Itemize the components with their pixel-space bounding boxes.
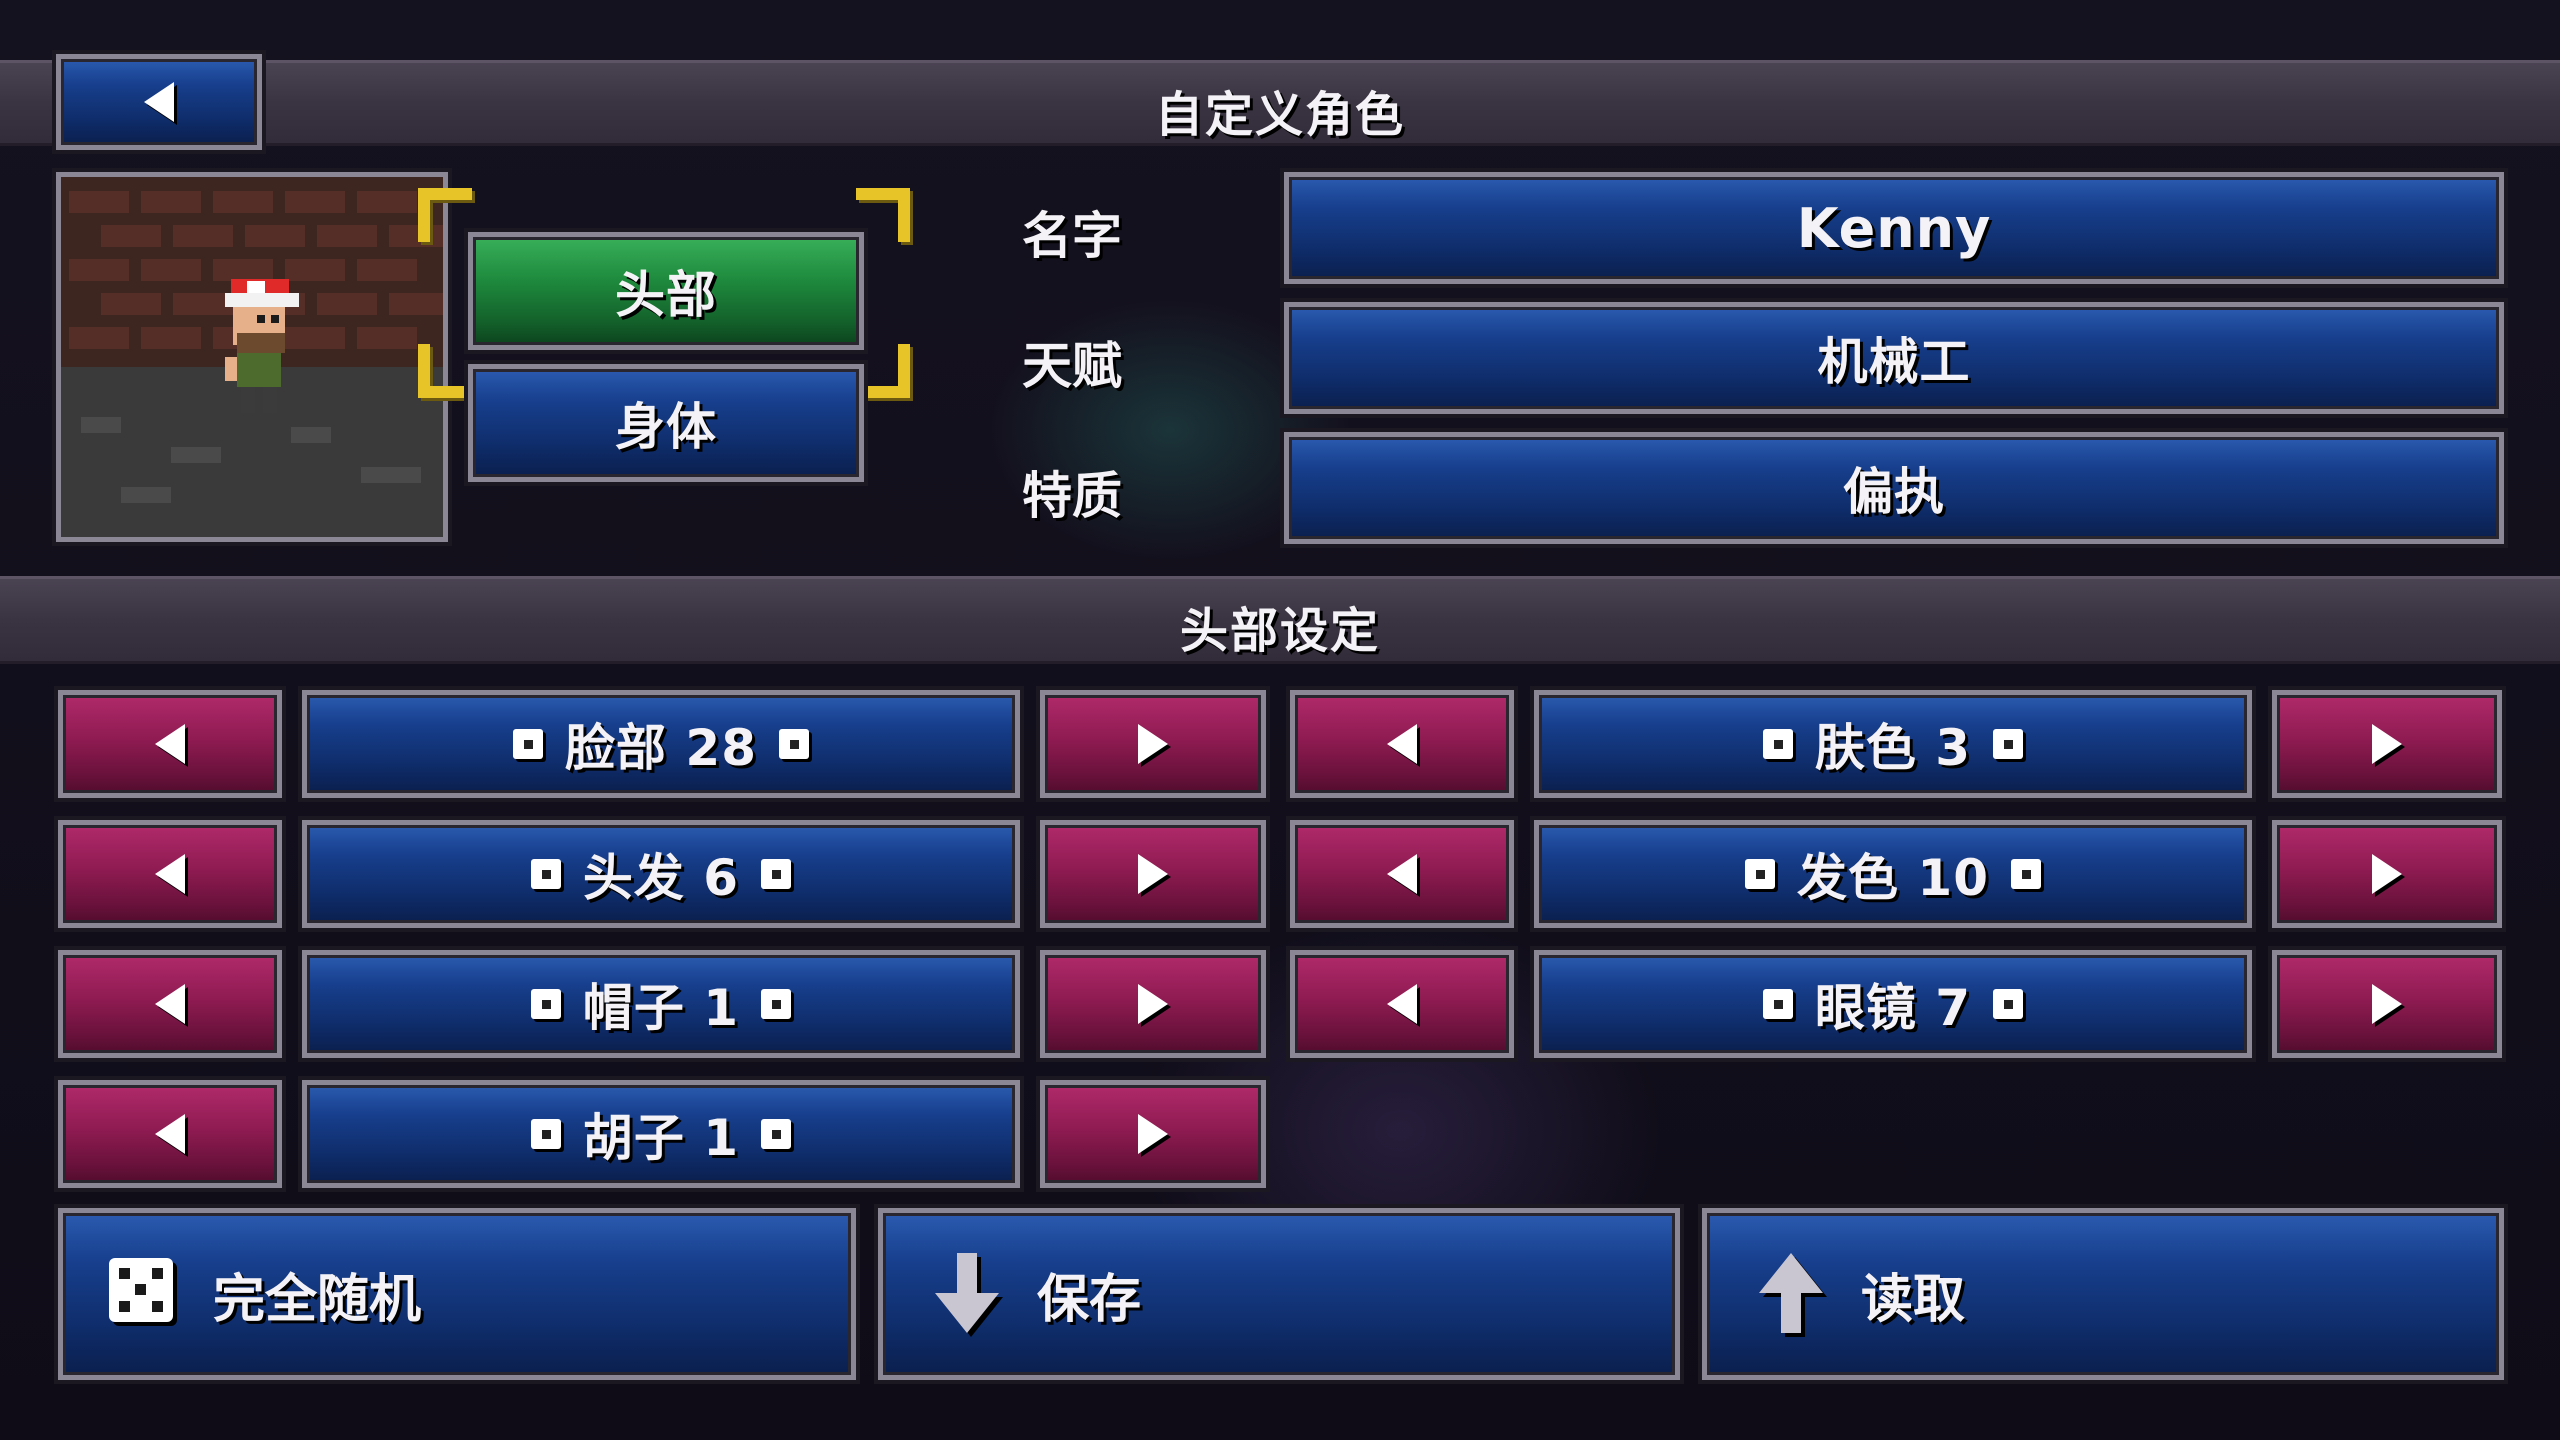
name-field[interactable]: Kenny <box>1280 168 2508 288</box>
dice-icon <box>109 1258 177 1326</box>
load-label: 读取 <box>1861 1269 1966 1330</box>
randomize-all-label: 完全随机 <box>213 1269 422 1330</box>
beard-prev-button[interactable] <box>54 1076 286 1192</box>
name-label: 名字 <box>1022 207 1122 265</box>
tab-body[interactable]: 身体 <box>464 360 868 486</box>
dice-icon <box>530 859 561 889</box>
hair-label: 头发 6 <box>582 849 740 907</box>
hair-color-label: 发色 10 <box>1797 849 1989 907</box>
dice-icon <box>1745 859 1775 889</box>
tab-body-label: 身体 <box>615 398 717 456</box>
dice-icon <box>1993 729 2024 759</box>
tab-head-label: 头部 <box>615 266 717 324</box>
right-arrow-icon <box>1138 724 1168 764</box>
left-arrow-icon <box>155 1114 185 1154</box>
face-random-button[interactable]: 脸部 28 <box>298 686 1024 802</box>
dice-icon <box>1762 989 1793 1019</box>
dice-icon <box>513 729 543 759</box>
selection-bracket-top-right <box>856 188 910 242</box>
dice-icon <box>2011 859 2041 889</box>
section-bar: 头部设定 <box>0 576 2560 664</box>
glasses-next-button[interactable] <box>2268 946 2506 1062</box>
beard-random-button[interactable]: 胡子 1 <box>298 1076 1024 1192</box>
left-arrow-icon <box>1387 984 1417 1024</box>
dice-icon <box>761 989 792 1019</box>
skin-color-prev-button[interactable] <box>1286 686 1518 802</box>
left-arrow-icon <box>155 724 185 764</box>
load-button[interactable]: 读取 <box>1698 1204 2508 1384</box>
dice-icon <box>761 859 792 889</box>
back-button[interactable] <box>52 50 266 154</box>
character-preview-image <box>61 177 443 537</box>
selection-bracket-bottom-left <box>418 344 472 398</box>
trait-value: 偏执 <box>1843 463 1945 521</box>
skin-color-next-button[interactable] <box>2268 686 2506 802</box>
dice-icon <box>530 989 561 1019</box>
skin-color-random-button[interactable]: 肤色 3 <box>1530 686 2256 802</box>
page-title: 自定义角色 <box>1154 87 1405 143</box>
glasses-label: 眼镜 7 <box>1814 979 1972 1037</box>
trait-label: 特质 <box>1022 467 1122 525</box>
right-arrow-icon <box>1138 854 1168 894</box>
dice-icon <box>779 729 809 759</box>
face-prev-button[interactable] <box>54 686 286 802</box>
skin-color-label: 肤色 3 <box>1814 719 1972 777</box>
dice-icon <box>530 1119 561 1149</box>
randomize-all-button[interactable]: 完全随机 <box>54 1204 860 1384</box>
face-next-button[interactable] <box>1036 686 1270 802</box>
hair-color-random-button[interactable]: 发色 10 <box>1530 816 2256 932</box>
dice-icon <box>761 1119 792 1149</box>
beard-next-button[interactable] <box>1036 1076 1270 1192</box>
character-customization-screen: 自定义角色 头部 身体 名字 天赋 特质 Kenny 机械工 偏执 头部设定 脸… <box>0 0 2560 1440</box>
dice-icon <box>1993 989 2024 1019</box>
hair-random-button[interactable]: 头发 6 <box>298 816 1024 932</box>
save-button[interactable]: 保存 <box>874 1204 1684 1384</box>
hair-color-next-button[interactable] <box>2268 816 2506 932</box>
header-bar: 自定义角色 <box>0 60 2560 146</box>
hat-label: 帽子 1 <box>582 979 740 1037</box>
right-arrow-icon <box>2372 984 2402 1024</box>
trait-button[interactable]: 偏执 <box>1280 428 2508 548</box>
dice-icon <box>1762 729 1793 759</box>
talent-label: 天赋 <box>1022 337 1122 395</box>
hat-next-button[interactable] <box>1036 946 1270 1062</box>
talent-button[interactable]: 机械工 <box>1280 298 2508 418</box>
down-arrow-icon <box>935 1253 1003 1337</box>
right-arrow-icon <box>2372 854 2402 894</box>
right-arrow-icon <box>2372 724 2402 764</box>
face-label: 脸部 28 <box>565 719 757 777</box>
glasses-prev-button[interactable] <box>1286 946 1518 1062</box>
hair-prev-button[interactable] <box>54 816 286 932</box>
hair-color-prev-button[interactable] <box>1286 816 1518 932</box>
left-arrow-icon <box>1387 854 1417 894</box>
hat-random-button[interactable]: 帽子 1 <box>298 946 1024 1062</box>
glasses-random-button[interactable]: 眼镜 7 <box>1530 946 2256 1062</box>
up-arrow-icon <box>1759 1253 1827 1337</box>
tab-head[interactable]: 头部 <box>464 228 868 354</box>
left-arrow-icon <box>155 854 185 894</box>
right-arrow-icon <box>1138 984 1168 1024</box>
hair-next-button[interactable] <box>1036 816 1270 932</box>
section-title: 头部设定 <box>1179 603 1380 659</box>
hat-prev-button[interactable] <box>54 946 286 1062</box>
selection-bracket-bottom-right <box>856 344 910 398</box>
character-preview <box>52 168 452 546</box>
right-arrow-icon <box>1138 1114 1168 1154</box>
left-arrow-icon <box>144 82 174 122</box>
selection-bracket-top-left <box>418 188 472 242</box>
name-value: Kenny <box>1796 196 1992 260</box>
save-label: 保存 <box>1037 1269 1142 1330</box>
beard-label: 胡子 1 <box>582 1109 740 1167</box>
left-arrow-icon <box>1387 724 1417 764</box>
talent-value: 机械工 <box>1817 333 1971 391</box>
left-arrow-icon <box>155 984 185 1024</box>
